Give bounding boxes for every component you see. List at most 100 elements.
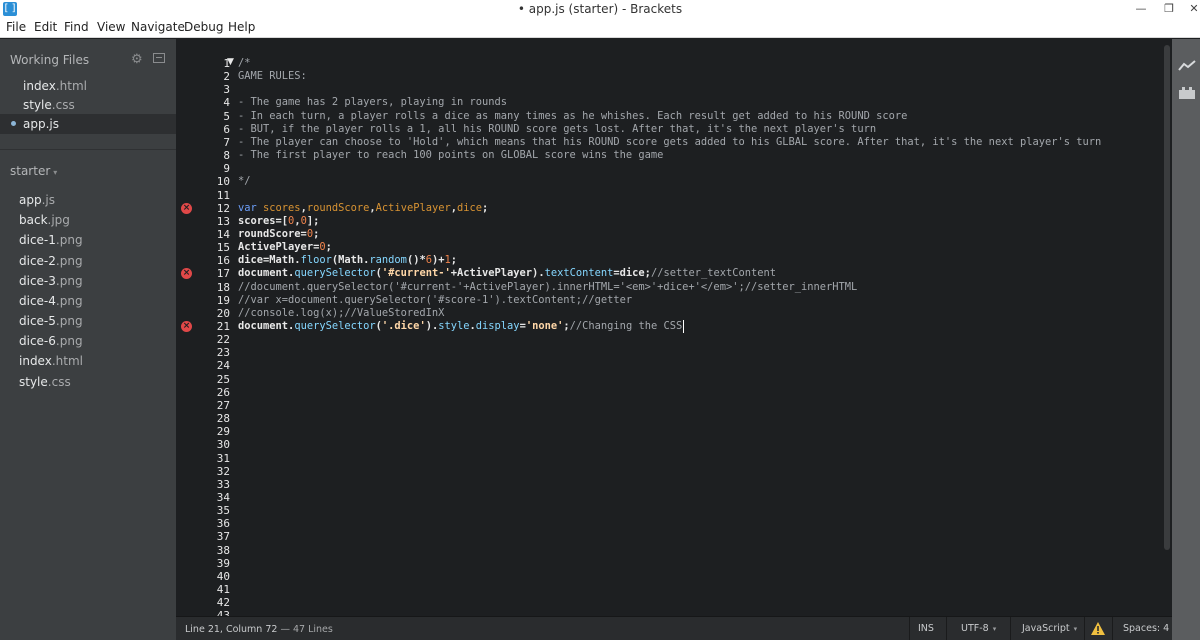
- menu-navigate[interactable]: Navigate: [131, 20, 185, 34]
- indent-settings[interactable]: Spaces: 4: [1112, 617, 1172, 640]
- file-tree-item[interactable]: dice-5.png: [0, 311, 176, 331]
- line-number: 7: [223, 135, 230, 149]
- working-file-index-html[interactable]: index.html: [0, 76, 176, 96]
- line-number: 3: [223, 83, 230, 97]
- menu-file[interactable]: File: [6, 20, 26, 34]
- menu-help[interactable]: Help: [228, 20, 255, 34]
- file-name: dice-5: [19, 314, 56, 328]
- code-token: +ActivePlayer).: [450, 267, 545, 280]
- code-line: ActivePlayer=0;: [238, 241, 332, 254]
- file-ext: .js: [41, 193, 55, 207]
- working-file-ext: .html: [55, 79, 87, 93]
- language-dropdown[interactable]: JavaScript ▾: [1010, 617, 1084, 640]
- file-name: dice-4: [19, 294, 56, 308]
- menu-debug[interactable]: Debug: [184, 20, 223, 34]
- working-files-header: Working Files: [10, 53, 90, 67]
- error-icon[interactable]: ×: [181, 321, 192, 332]
- code-line: document.querySelector('#current-'+Activ…: [238, 267, 776, 280]
- title-bar: [ ] • app.js (starter) - Brackets — ❐ ✕: [0, 0, 1200, 18]
- line-number: 15: [216, 241, 230, 255]
- working-file-ext: .js: [45, 117, 59, 131]
- line-number: 28: [216, 412, 230, 426]
- status-bar: Line 21, Column 72 — 47 Lines INS UTF-8 ▾…: [176, 616, 1172, 640]
- code-token: ()*: [406, 254, 426, 267]
- line-number: 38: [216, 543, 230, 557]
- code-token: style: [438, 320, 470, 332]
- code-token: //document.querySelector('#current-'+Act…: [238, 280, 858, 293]
- file-tree-item[interactable]: dice-4.png: [0, 291, 176, 311]
- error-icon[interactable]: ×: [181, 202, 192, 214]
- cursor-position-text: Line 21, Column 72: [185, 624, 278, 635]
- code-token: '#current-': [381, 267, 451, 280]
- code-token: 'none': [525, 320, 564, 332]
- file-name: back: [19, 213, 48, 227]
- line-number: 42: [216, 596, 230, 610]
- menu-view[interactable]: View: [97, 20, 125, 34]
- file-ext: .css: [47, 375, 71, 389]
- file-tree-item[interactable]: index.html: [0, 351, 176, 371]
- file-tree-item[interactable]: dice-3.png: [0, 271, 176, 291]
- menu-find[interactable]: Find: [64, 20, 89, 34]
- line-number: 5: [223, 109, 230, 123]
- line-number: 19: [216, 293, 230, 307]
- code-token: */: [238, 175, 251, 188]
- code-token: roundScore: [306, 201, 370, 214]
- minimize-button[interactable]: —: [1127, 0, 1155, 18]
- line-number: 25: [216, 372, 230, 386]
- code-token: /*: [238, 57, 251, 69]
- split-view-icon[interactable]: [153, 53, 165, 63]
- line-number: 16: [216, 254, 230, 268]
- file-tree-item[interactable]: back.jpg: [0, 210, 176, 230]
- working-file-app-js[interactable]: app.js: [0, 114, 176, 134]
- file-ext: .png: [55, 294, 83, 308]
- editor-scrollbar-thumb[interactable]: [1164, 45, 1170, 550]
- menu-edit[interactable]: Edit: [34, 20, 57, 34]
- code-line: - BUT, if the player rolls a 1, all his …: [238, 123, 876, 136]
- line-number: 41: [216, 583, 230, 596]
- code-token: =dice;: [613, 267, 651, 280]
- code-token: ];: [306, 214, 320, 227]
- project-dropdown[interactable]: starter ▾: [10, 164, 57, 178]
- warning-icon[interactable]: [1091, 622, 1105, 635]
- insert-mode-toggle[interactable]: INS: [909, 617, 946, 640]
- extension-manager-icon[interactable]: [1179, 86, 1195, 99]
- line-number: 20: [216, 306, 230, 320]
- code-token: //setter_textContent: [650, 267, 777, 280]
- file-tree-item[interactable]: dice-1.png: [0, 230, 176, 250]
- code-line: document.querySelector('.dice').style.di…: [238, 320, 682, 333]
- code-token: //console.log(x);//ValueStoredInX: [238, 306, 445, 319]
- code-line: - The first player to reach 100 points o…: [238, 149, 663, 162]
- encoding-dropdown[interactable]: UTF-8 ▾: [946, 617, 1010, 640]
- window-title: • app.js (starter) - Brackets: [517, 2, 683, 16]
- gear-icon[interactable]: ⚙: [131, 51, 143, 67]
- code-token: - In each turn, a player rolls a dice as…: [238, 109, 908, 122]
- file-tree-item[interactable]: app.js: [0, 190, 176, 210]
- line-number: 2: [223, 70, 230, 84]
- code-token: ;: [482, 201, 489, 214]
- code-line: /*: [238, 57, 251, 70]
- code-line: - The player can choose to 'Hold', which…: [238, 136, 1101, 149]
- code-editor[interactable]: ▼ 1 2 3 4 5 6 7 8 9 10 11 12 13 14 15 16 17 18 19 20 21 22 23 2…: [176, 39, 1164, 616]
- working-file-name: index: [23, 79, 56, 93]
- code-token: document.: [238, 267, 295, 280]
- encoding-label: UTF-8: [961, 623, 989, 634]
- file-tree-item[interactable]: dice-6.png: [0, 331, 176, 351]
- code-token: random: [369, 254, 407, 267]
- code-token: //Changing the CSS: [569, 320, 683, 332]
- line-number: 43: [216, 609, 230, 616]
- live-preview-icon[interactable]: [1178, 60, 1196, 72]
- maximize-button[interactable]: ❐: [1155, 0, 1183, 18]
- working-file-ext: .css: [51, 98, 75, 112]
- file-name: app: [19, 193, 42, 207]
- code-line: GAME RULES:: [238, 70, 307, 83]
- code-line: scores=[0,0];: [238, 215, 319, 228]
- insert-mode-label: INS: [918, 623, 934, 634]
- code-line: var scores,roundScore,ActivePlayer,dice;: [238, 202, 488, 215]
- file-ext: .png: [55, 233, 83, 247]
- file-tree-item[interactable]: style.css: [0, 372, 176, 392]
- file-tree-item[interactable]: dice-2.png: [0, 251, 176, 271]
- line-number: 4: [223, 96, 230, 110]
- working-file-style-css[interactable]: style.css: [0, 95, 176, 115]
- file-ext: .html: [51, 354, 83, 368]
- close-button[interactable]: ✕: [1180, 0, 1200, 18]
